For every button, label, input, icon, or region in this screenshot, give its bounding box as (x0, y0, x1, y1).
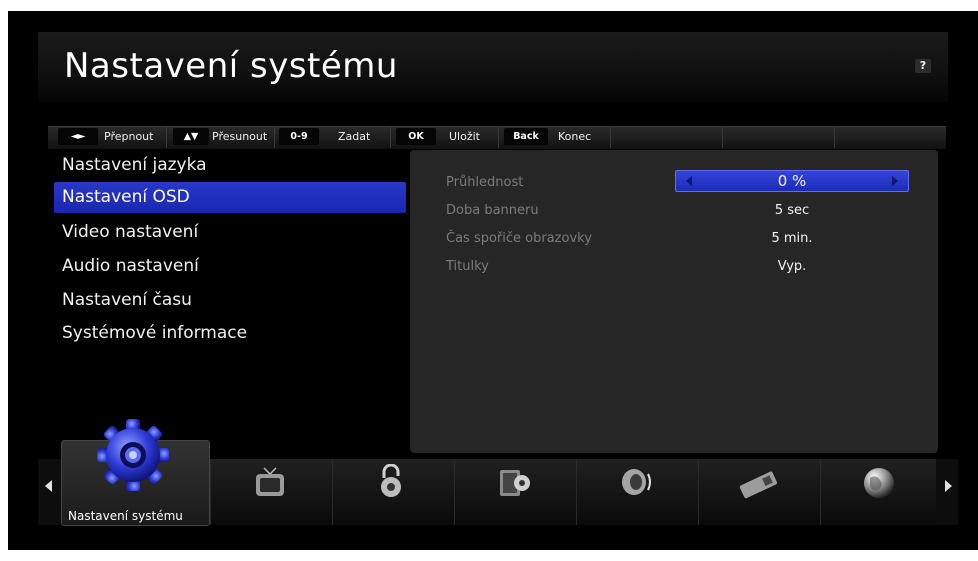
card-icon (739, 471, 778, 499)
page-title: Nastavení systému (64, 46, 398, 86)
menu-item-audio[interactable]: Audio nastavení (54, 251, 406, 282)
menu-item-language[interactable]: Nastavení jazyka (54, 150, 406, 181)
hint-divider (722, 126, 723, 148)
gear-icon (97, 419, 169, 491)
menu-item-system-info[interactable]: Systémové informace (54, 318, 406, 349)
hint-divider (274, 126, 275, 148)
setting-label-transparency: Průhlednost (446, 175, 524, 190)
speaker-icon (622, 469, 651, 495)
menu-item-label: Nastavení času (62, 290, 192, 310)
hint-key-move: ▲▼ (173, 128, 209, 145)
osd-settings-panel (410, 150, 938, 453)
hint-label-move: Přesunout (212, 130, 268, 143)
hint-divider (610, 126, 611, 148)
setting-value-banner[interactable]: 5 sec (675, 203, 909, 218)
tv-icon (256, 467, 284, 496)
dock-active-label: Nastavení systému (68, 509, 183, 523)
globe-icon (864, 468, 894, 498)
hint-key-switch: ◄► (58, 128, 98, 145)
setting-label-banner: Doba banneru (446, 203, 539, 218)
setting-label-subtitles: Titulky (446, 259, 489, 274)
hint-divider (166, 126, 167, 148)
menu-item-label: Systémové informace (62, 323, 248, 343)
media-icon (500, 470, 530, 496)
setting-value-screensaver[interactable]: 5 min. (675, 231, 909, 246)
menu-item-label: Video nastavení (62, 222, 199, 242)
hint-divider (498, 126, 499, 148)
hint-key-enter: 0-9 (279, 128, 319, 145)
setting-value-transparency: 0 % (777, 172, 807, 190)
menu-item-label: Audio nastavení (62, 256, 199, 276)
menu-item-label: Nastavení OSD (62, 187, 190, 207)
hint-key-exit: Back (504, 128, 548, 145)
hint-divider (390, 126, 391, 148)
setting-label-screensaver: Čas spořiče obrazovky (446, 231, 592, 246)
hint-label-exit: Konec (558, 130, 592, 143)
setting-value-subtitles[interactable]: Vyp. (675, 259, 909, 274)
menu-item-label: Nastavení jazyka (62, 155, 207, 175)
hint-key-save: OK (396, 128, 436, 145)
lock-icon (381, 464, 401, 497)
hint-label-enter: Zadat (338, 130, 371, 143)
dock-next-arrow-icon[interactable] (945, 480, 952, 492)
hint-divider (834, 126, 835, 148)
help-button[interactable]: ? (915, 59, 931, 73)
menu-item-osd[interactable]: Nastavení OSD (54, 182, 406, 213)
dock-prev-arrow-icon[interactable] (45, 480, 52, 492)
menu-item-video[interactable]: Video nastavení (54, 217, 406, 248)
menu-item-time[interactable]: Nastavení času (54, 285, 406, 316)
hint-label-switch: Přepnout (104, 130, 154, 143)
hint-label-save: Uložit (449, 130, 480, 143)
